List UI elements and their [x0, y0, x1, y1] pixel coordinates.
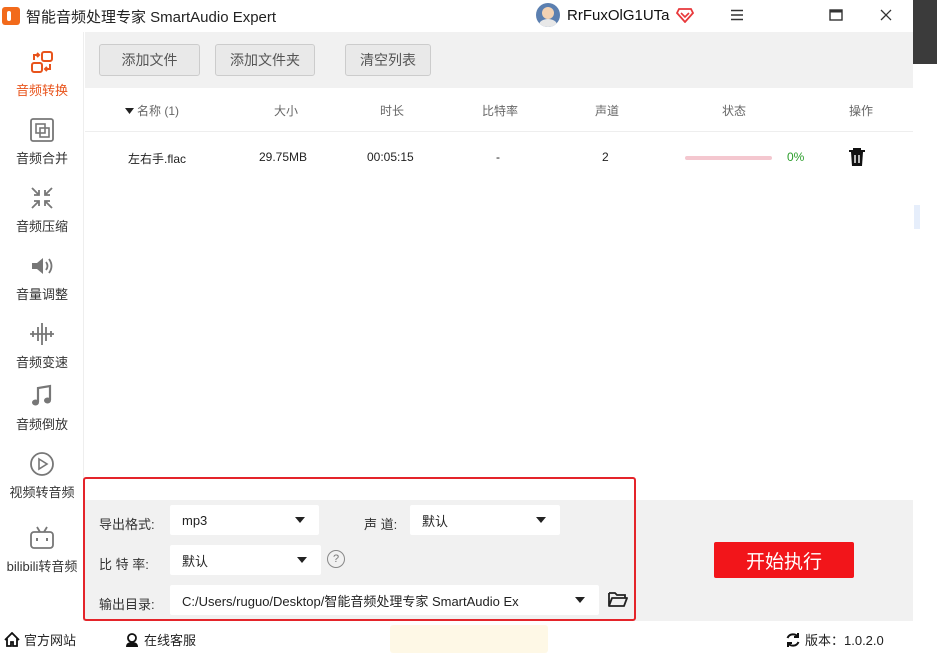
toolbar: 添加文件 添加文件夹 清空列表	[85, 32, 913, 88]
column-bitrate: 比特率	[482, 104, 519, 118]
website-label: 官方网站	[24, 633, 77, 648]
trash-icon	[849, 148, 865, 166]
app-title: 智能音频处理专家 SmartAudio Expert	[26, 8, 277, 26]
version-label: 版本：1.0.2.0	[805, 633, 884, 648]
background-overlay	[390, 625, 548, 653]
username[interactable]: RrFuxOlG1UTa	[567, 7, 670, 24]
sidebar: 音频转换 音频合并 音频压缩 音量调整 音频变速 音频倒放 视频转音频 bili…	[0, 32, 84, 621]
table-row[interactable]: 左右手.flac 29.75MB 00:05:15 - 2 0%	[85, 133, 913, 181]
avatar[interactable]	[536, 3, 560, 27]
sidebar-item-bilibili[interactable]: bilibili转音频	[0, 516, 84, 578]
maximize-icon	[829, 9, 843, 21]
sidebar-item-merge[interactable]: 音频合并	[0, 108, 84, 170]
convert-icon	[28, 48, 56, 76]
sidebar-item-label: 音频倒放	[15, 417, 68, 432]
status-bar: 官方网站 在线客服 版本：1.0.2.0	[0, 621, 913, 656]
music-note-icon	[28, 382, 56, 410]
column-name[interactable]: 名称 (1)	[125, 102, 179, 119]
maximize-button[interactable]	[812, 0, 860, 30]
app-logo-icon	[2, 7, 20, 25]
sidebar-item-label: 音量调整	[15, 287, 68, 302]
file-list-area: 添加文件 添加文件夹 清空列表 名称 (1) 大小 时长 比特率 声道 状态 操…	[85, 32, 913, 500]
sidebar-item-label: 音频转换	[15, 83, 68, 98]
website-link[interactable]: 官方网站	[4, 630, 76, 649]
sidebar-item-label: bilibili转音频	[6, 559, 78, 574]
speed-icon	[28, 320, 56, 348]
column-duration: 时长	[380, 104, 405, 118]
progress-bar	[685, 156, 772, 160]
vip-diamond-icon[interactable]	[675, 7, 694, 24]
sidebar-item-volume[interactable]: 音量调整	[0, 244, 84, 306]
sidebar-item-label: 音频压缩	[15, 219, 68, 234]
sidebar-item-compress[interactable]: 音频压缩	[0, 176, 84, 238]
user-area[interactable]: RrFuxOlG1UTa	[536, 3, 694, 27]
file-bitrate: -	[496, 150, 500, 164]
sort-down-icon	[125, 108, 134, 115]
sidebar-item-label: 音频变速	[15, 355, 68, 370]
version-info[interactable]: 版本：1.0.2.0	[785, 630, 884, 649]
support-agent-icon	[126, 633, 138, 647]
file-duration: 00:05:15	[367, 150, 414, 164]
column-channel: 声道	[595, 104, 620, 118]
column-action: 操作	[849, 104, 874, 118]
home-icon	[4, 632, 20, 647]
highlight-box	[83, 477, 636, 621]
sidebar-item-speed[interactable]: 音频变速	[0, 312, 84, 374]
background-dark-block	[913, 0, 937, 64]
menu-button[interactable]	[713, 0, 761, 30]
column-status: 状态	[722, 104, 747, 118]
close-button[interactable]	[862, 0, 910, 30]
column-name-label: 名称 (1)	[137, 104, 180, 118]
title-bar: 智能音频处理专家 SmartAudio Expert RrFuxOlG1UTa	[0, 0, 913, 32]
progress-percent: 0%	[787, 150, 805, 164]
refresh-icon	[786, 632, 800, 647]
start-button[interactable]: 开始执行	[714, 542, 854, 578]
play-icon	[28, 450, 56, 478]
clear-list-button[interactable]: 清空列表	[345, 44, 431, 76]
column-size: 大小	[274, 104, 299, 118]
table-header: 名称 (1) 大小 时长 比特率 声道 状态 操作	[85, 88, 913, 132]
file-name: 左右手.flac	[128, 152, 187, 166]
sidebar-item-reverse[interactable]: 音频倒放	[0, 374, 84, 436]
support-link[interactable]: 在线客服	[124, 630, 196, 649]
file-size: 29.75MB	[259, 150, 308, 164]
delete-button[interactable]	[848, 147, 868, 167]
compress-icon	[28, 184, 56, 212]
file-channel: 2	[602, 150, 609, 164]
bilibili-icon	[28, 524, 56, 552]
sidebar-item-label: 视频转音频	[9, 485, 75, 500]
background-window-strip	[913, 0, 937, 656]
volume-icon	[28, 252, 56, 280]
merge-icon	[28, 116, 56, 144]
add-file-button[interactable]: 添加文件	[99, 44, 200, 76]
close-icon	[880, 9, 892, 21]
sidebar-item-video-to-audio[interactable]: 视频转音频	[0, 442, 84, 504]
add-folder-button[interactable]: 添加文件夹	[215, 44, 315, 76]
sidebar-item-label: 音频合并	[15, 151, 68, 166]
menu-icon	[731, 9, 743, 21]
background-blue-block	[914, 205, 920, 229]
support-label: 在线客服	[144, 633, 197, 648]
sidebar-item-convert[interactable]: 音频转换	[0, 40, 84, 102]
